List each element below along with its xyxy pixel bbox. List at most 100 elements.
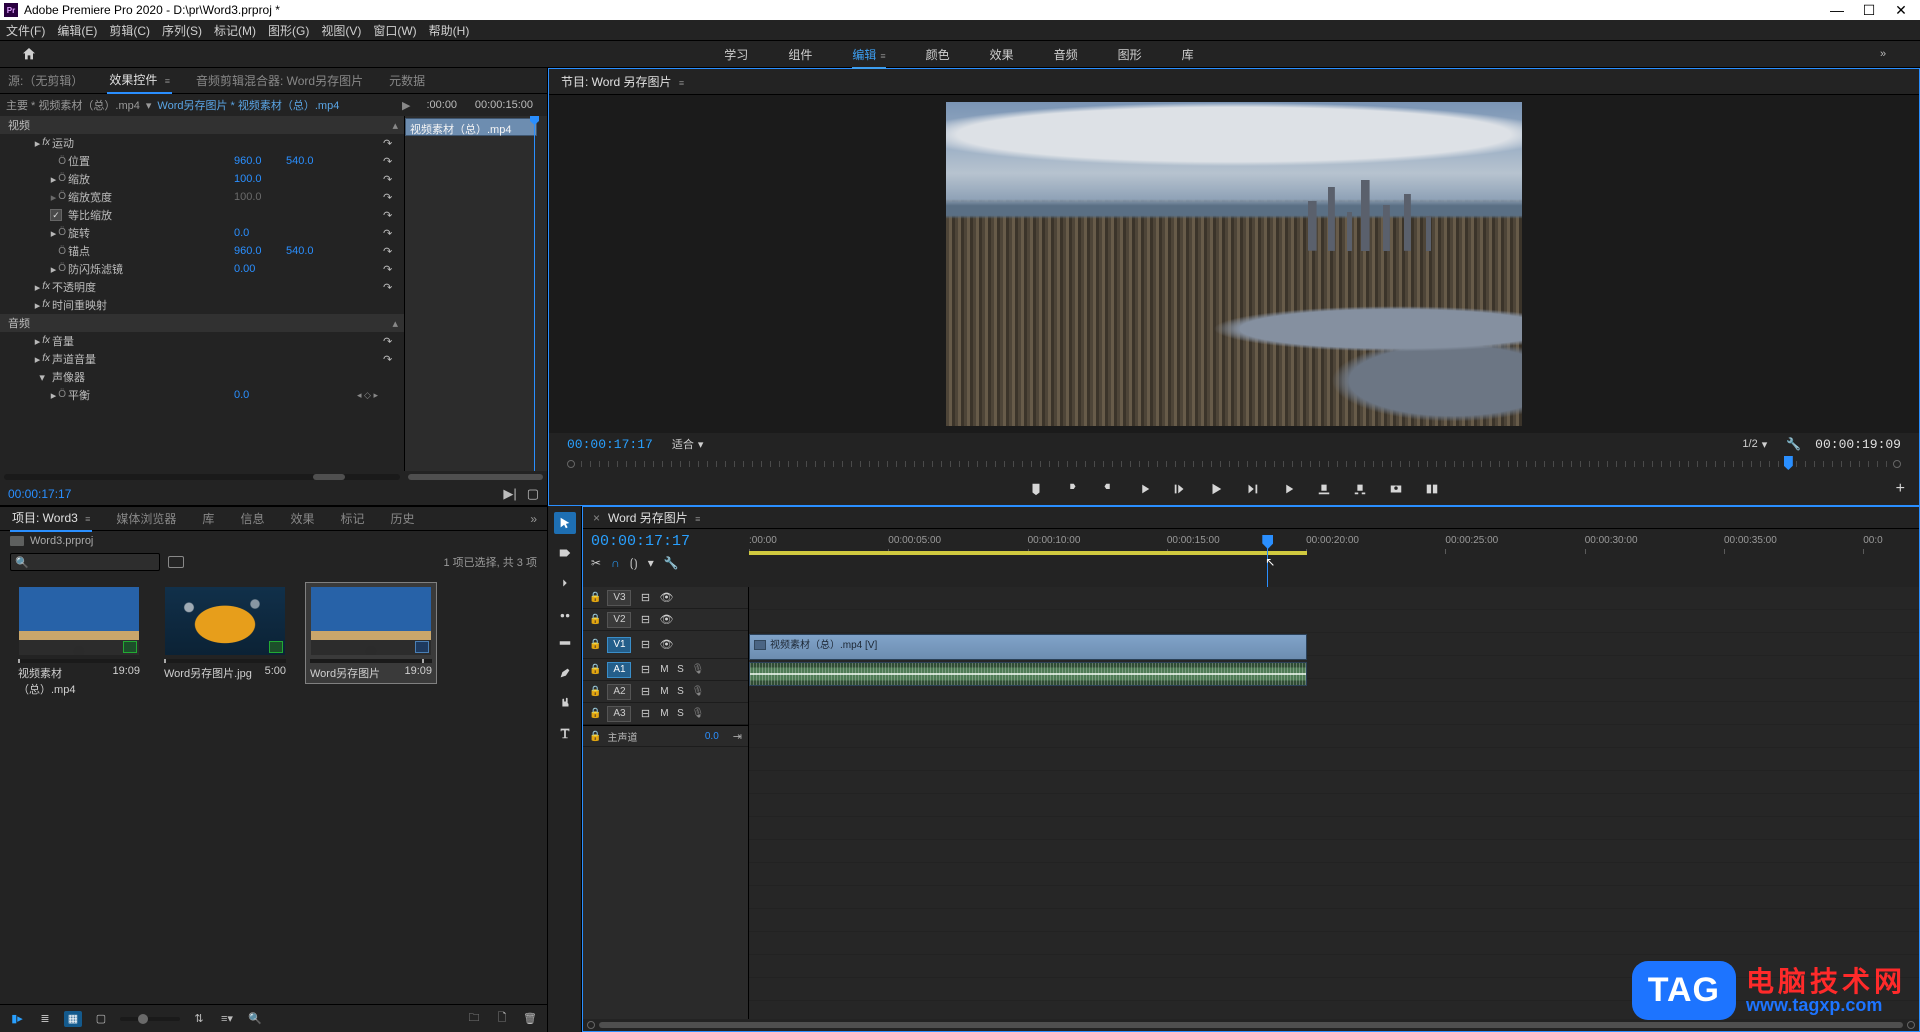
workspace-learn[interactable]: 学习 [724,40,748,69]
type-tool[interactable] [554,722,576,744]
icon-view-icon[interactable]: ▦ [64,1011,82,1027]
checkbox-icon[interactable]: ✓ [50,209,62,221]
tabs-overflow-icon[interactable]: » [530,512,537,526]
workspace-audio[interactable]: 音频 [1054,40,1078,69]
balance-value[interactable]: 0.0 [234,389,286,401]
workspace-graphics[interactable]: 图形 [1118,40,1142,69]
reset-icon[interactable]: ↶ [383,227,392,240]
snap-icon[interactable]: ∩ [611,556,620,571]
comparison-icon[interactable] [1424,481,1440,497]
rw-toggle-icon[interactable]: ▮▸ [8,1011,26,1027]
sequence-clip-link[interactable]: Word另存图片 * 视频素材（总）.mp4 [157,97,339,113]
thumbnail-scrubber[interactable] [310,659,432,663]
section-video[interactable]: 视频▴ [0,116,404,134]
settings-icon[interactable]: 🔧 [1786,437,1801,451]
minimize-button[interactable]: — [1830,3,1844,17]
section-audio[interactable]: 音频▴ [0,314,404,332]
tab-libraries[interactable]: 库 [200,506,216,531]
stopwatch-icon[interactable]: Ö [58,263,66,276]
row-panner[interactable]: ▾ 声像器 [0,368,404,386]
tab-effects[interactable]: 效果 [288,506,316,531]
reset-icon[interactable]: ↶ [383,335,392,348]
menu-file[interactable]: 文件(F) [6,22,45,39]
row-motion[interactable]: ▸ fx 运动 ↶ [0,134,404,152]
selection-tool[interactable] [554,512,576,534]
menu-markers[interactable]: 标记(M) [214,22,256,39]
workspace-menu-icon[interactable]: ≡ [880,51,885,61]
menu-graphics[interactable]: 图形(G) [268,22,309,39]
tab-media-browser[interactable]: 媒体浏览器 [114,506,178,531]
effect-controls-mini-timeline[interactable]: 视频素材（总）.mp4 [404,116,547,471]
ripple-edit-tool[interactable] [554,572,576,594]
tab-markers[interactable]: 标记 [338,506,366,531]
menu-help[interactable]: 帮助(H) [429,22,470,39]
reset-icon[interactable]: ↶ [383,281,392,294]
row-channel-volume[interactable]: ▸ fx 声道音量 ↶ [0,350,404,368]
tab-source[interactable]: 源:（无剪辑） [6,68,85,93]
mark-in-icon[interactable] [1064,481,1080,497]
tab-sequence[interactable]: Word 另存图片 ≡ [606,505,702,530]
workspace-overflow[interactable]: » [1880,48,1900,60]
reset-icon[interactable]: ↶ [383,173,392,186]
extract-icon[interactable] [1352,481,1368,497]
fit-dropdown[interactable]: 适合 ▾ [667,434,709,454]
loop-icon[interactable]: ▢ [527,486,539,502]
track-a2[interactable]: 🔒A2⊟MS🎙 [583,681,748,703]
list-view-icon[interactable]: ≣ [36,1011,54,1027]
workspace-editing[interactable]: 编辑≡ [852,40,885,69]
audio-clip[interactable] [749,662,1307,686]
zoom-out-dot[interactable] [567,460,575,468]
mark-out-icon[interactable] [1100,481,1116,497]
thumbnail-size-slider[interactable] [120,1017,180,1021]
menu-edit[interactable]: 编辑(E) [57,22,97,39]
keyframe-nav[interactable]: ◂ ◇ ▸ [338,390,378,401]
home-icon[interactable] [20,46,38,62]
marker-icon[interactable]: ▾ [648,556,654,571]
antiflicker-value[interactable]: 0.00 [234,263,286,275]
play-only-icon[interactable]: ▶ [402,99,410,112]
row-rotation[interactable]: ▸ Ö 旋转 0.0 ↶ [0,224,404,242]
razor-tool[interactable] [554,602,576,624]
track-a3[interactable]: 🔒A3⊟MS🎙 [583,703,748,725]
slip-tool[interactable] [554,632,576,654]
position-x-value[interactable]: 960.0 [234,155,286,167]
toggle-track-icon[interactable]: ▶| [503,486,516,502]
program-scrubber[interactable] [581,459,1887,469]
program-current-time[interactable]: 00:00:17:17 [567,437,653,452]
workspace-assembly[interactable]: 组件 [788,40,812,69]
sort-icon[interactable]: ⇅ [190,1011,208,1027]
auto-seq-icon[interactable]: ≡▾ [218,1011,236,1027]
menu-clip[interactable]: 剪辑(C) [109,22,150,39]
step-fwd-icon[interactable] [1244,481,1260,497]
project-item-sequence[interactable]: Word另存图片19:09 [306,583,436,683]
stopwatch-icon[interactable]: Ö [58,227,66,240]
pen-tool[interactable] [554,662,576,684]
row-position[interactable]: Ö 位置 960.0 540.0 ↶ [0,152,404,170]
row-anchor[interactable]: Ö 锚点 960.0 540.0 ↶ [0,242,404,260]
export-frame-icon[interactable] [1388,481,1404,497]
track-v3[interactable]: 🔒V3⊟👁 [583,587,748,609]
button-editor-icon[interactable]: + [1896,480,1905,498]
tab-audio-clip-mixer[interactable]: 音频剪辑混合器: Word另存图片 [194,68,365,93]
find-icon[interactable]: 🔍 [246,1011,264,1027]
stopwatch-icon[interactable]: Ö [58,246,66,257]
freeform-view-icon[interactable]: ▢ [92,1011,110,1027]
project-item-video[interactable]: 视频素材（总）.mp419:09 [14,583,144,699]
reset-icon[interactable]: ↶ [383,245,392,258]
workspace-libraries[interactable]: 库 [1182,40,1194,69]
reset-icon[interactable]: ↶ [383,209,392,222]
delete-icon[interactable]: 🗑 [521,1011,539,1027]
menu-sequence[interactable]: 序列(S) [162,22,202,39]
nest-icon[interactable]: ✂ [591,556,601,571]
thumbnail-scrubber[interactable] [164,659,286,663]
timeline-hscroll[interactable] [583,1019,1919,1031]
position-y-value[interactable]: 540.0 [286,155,338,167]
row-scale[interactable]: ▸ Ö 缩放 100.0 ↶ [0,170,404,188]
play-icon[interactable] [1208,481,1224,497]
stopwatch-icon[interactable]: Ö [58,389,66,402]
timeline-ruler[interactable]: :00:00 00:00:05:00 00:00:10:00 00:00:15:… [749,529,1919,587]
timeline-content[interactable]: 视频素材（总）.mp4 [V] [749,587,1919,1019]
stopwatch-icon[interactable]: Ö [58,156,66,167]
goto-in-icon[interactable] [1136,481,1152,497]
track-v2[interactable]: 🔒V2⊟👁 [583,609,748,631]
